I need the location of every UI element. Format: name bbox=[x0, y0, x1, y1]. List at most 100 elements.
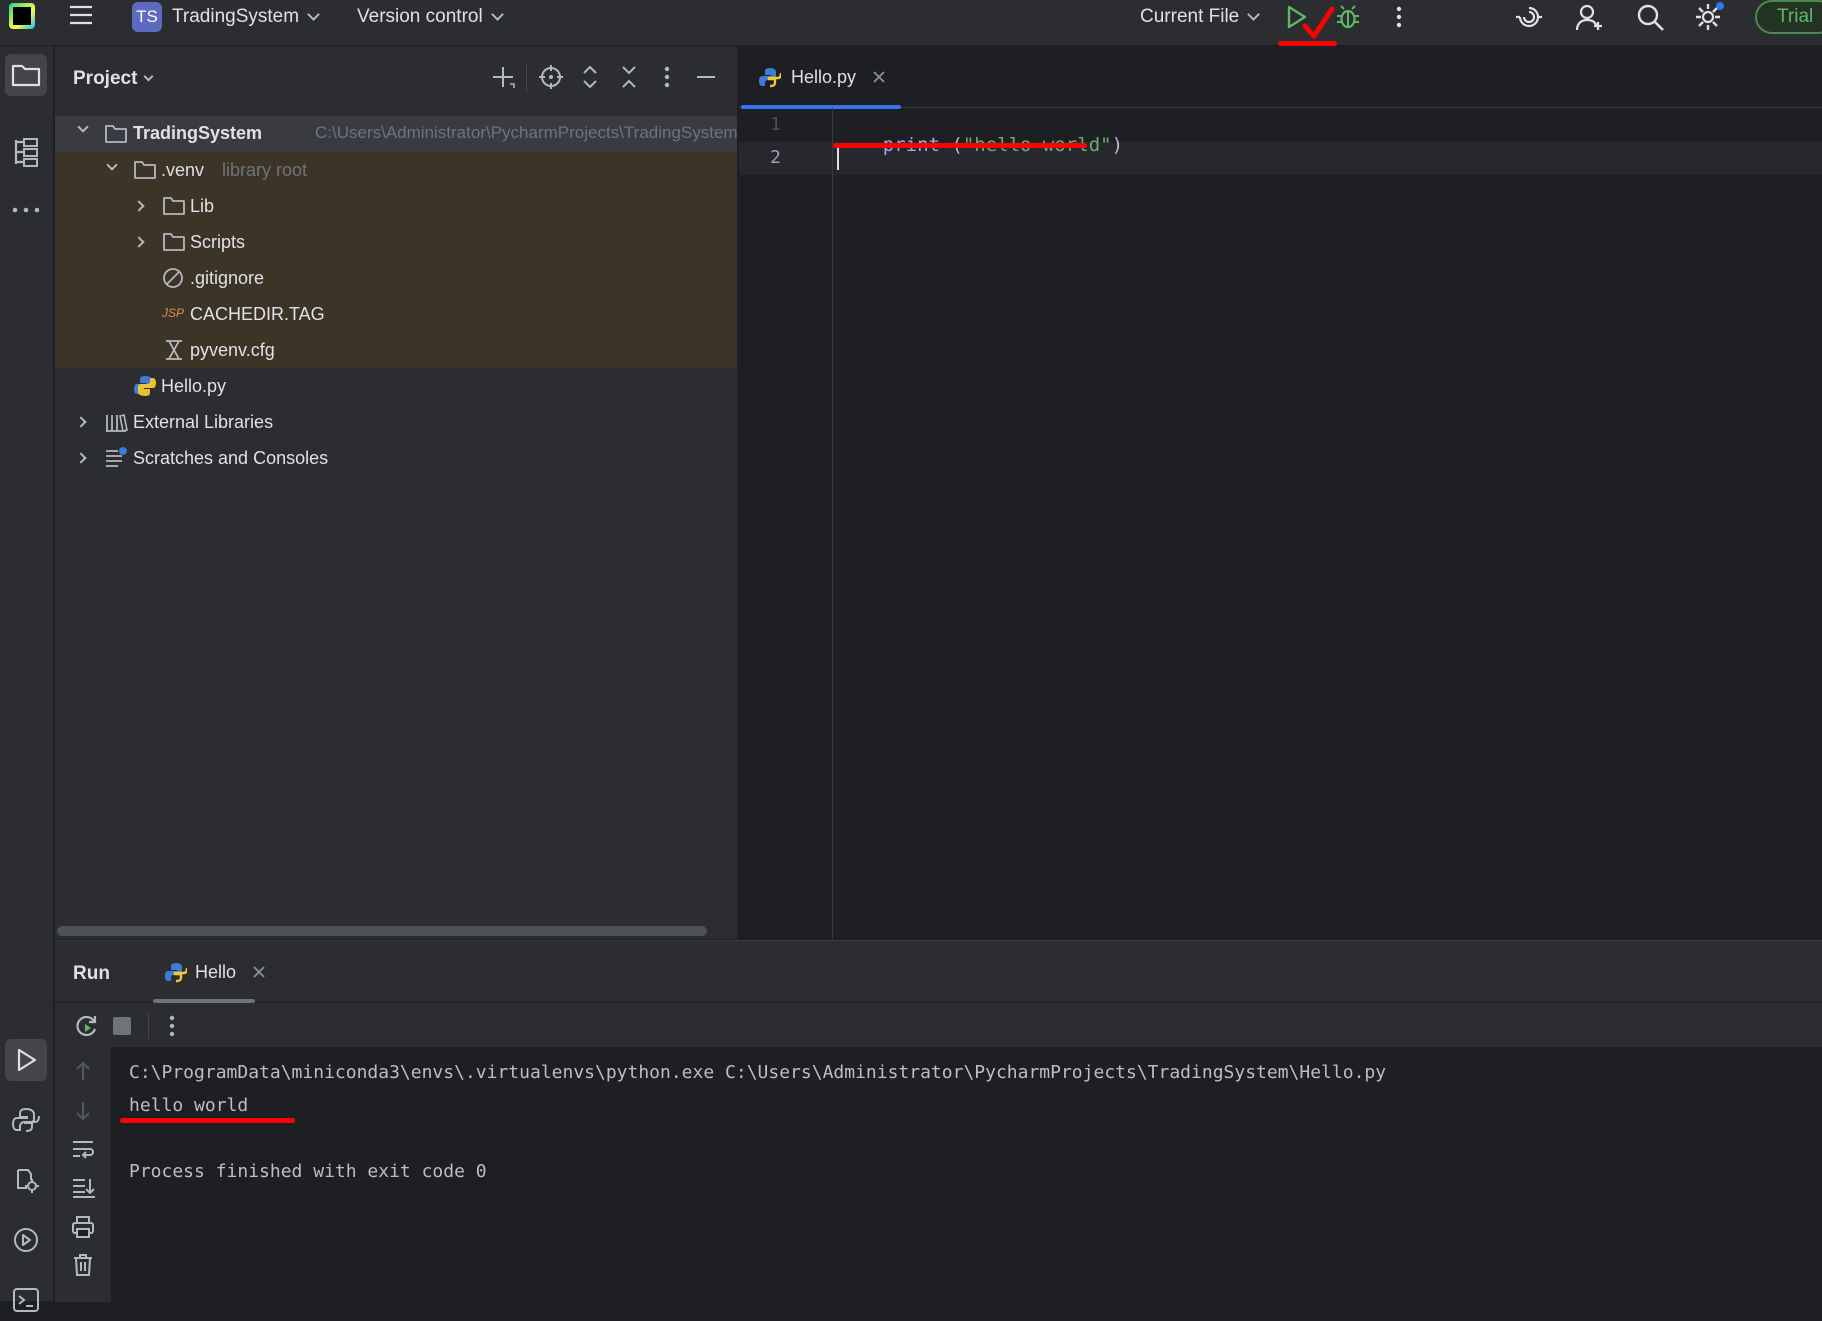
horizontal-scrollbar[interactable] bbox=[57, 926, 707, 936]
header-divider bbox=[526, 64, 527, 92]
tree-item-scripts[interactable]: Scripts bbox=[55, 224, 737, 260]
chevron-down-icon bbox=[490, 7, 504, 21]
config-file-icon bbox=[166, 340, 182, 360]
ignore-file-icon bbox=[163, 268, 183, 288]
root-name: TradingSystem bbox=[133, 123, 263, 143]
terminal-tool-button[interactable] bbox=[5, 1279, 47, 1321]
run-tab-hello[interactable]: Hello bbox=[151, 941, 285, 1003]
python-file-icon bbox=[134, 376, 156, 396]
left-tool-strip bbox=[0, 46, 54, 1312]
project-panel-header: Project bbox=[55, 46, 737, 110]
structure-tool-button[interactable] bbox=[5, 131, 47, 173]
tab-hello-py[interactable]: Hello.py bbox=[739, 46, 901, 109]
ellipsis-icon bbox=[12, 207, 40, 213]
ai-assistant-icon[interactable] bbox=[1514, 2, 1544, 32]
project-view-selector[interactable]: Project bbox=[73, 68, 154, 90]
code-with-me-icon[interactable] bbox=[1575, 2, 1605, 32]
annotation-underline-code bbox=[833, 143, 1087, 148]
rerun-icon[interactable] bbox=[73, 1013, 99, 1039]
hide-panel-icon[interactable] bbox=[691, 62, 721, 92]
search-icon[interactable] bbox=[1635, 2, 1665, 32]
project-panel: Project TradingSystem C:\Users\Administr… bbox=[55, 46, 738, 939]
line-number: 2 bbox=[770, 147, 781, 168]
venv-name: .venv bbox=[161, 160, 205, 180]
annotation-check-mark bbox=[1302, 6, 1335, 39]
chevron-down-icon bbox=[143, 71, 154, 81]
python-file-icon bbox=[759, 68, 781, 88]
services-button[interactable] bbox=[5, 1159, 47, 1201]
print-icon[interactable] bbox=[69, 1213, 97, 1241]
line-number: 1 bbox=[770, 114, 781, 135]
python-packages-button[interactable] bbox=[5, 1099, 47, 1141]
scratches-label: Scratches and Consoles bbox=[133, 448, 329, 468]
python-console-icon bbox=[17, 1169, 39, 1193]
tree-item-cachedir[interactable]: JSP CACHEDIR.TAG bbox=[55, 296, 737, 332]
tree-item-venv[interactable]: .venv library root bbox=[55, 152, 737, 188]
tree-item-lib[interactable]: Lib bbox=[55, 188, 737, 224]
project-tool-button[interactable] bbox=[5, 54, 47, 96]
structure-icon bbox=[14, 138, 38, 167]
lib-label: Lib bbox=[190, 196, 215, 216]
editor-tab-bar: Hello.py bbox=[739, 46, 1822, 109]
main-menu-icon[interactable] bbox=[68, 3, 94, 27]
run-toolbar bbox=[55, 1003, 1822, 1047]
tab-label: Hello.py bbox=[791, 66, 857, 87]
python-icon bbox=[12, 1107, 40, 1132]
settings-gear-icon[interactable] bbox=[1693, 1, 1725, 33]
tree-item-root[interactable]: TradingSystem C:\Users\Administrator\Pyc… bbox=[55, 116, 737, 152]
chevron-right-icon bbox=[75, 452, 87, 464]
hello-file-label: Hello.py bbox=[161, 376, 227, 396]
jsp-file-icon: JSP bbox=[162, 306, 185, 320]
gitignore-label: .gitignore bbox=[190, 268, 265, 288]
chevron-down-icon bbox=[77, 121, 89, 133]
close-icon[interactable] bbox=[872, 70, 886, 84]
tree-item-hello[interactable]: Hello.py bbox=[55, 368, 737, 404]
trial-button[interactable]: Trial bbox=[1755, 0, 1822, 34]
gutter-divider bbox=[832, 108, 833, 939]
collapse-all-icon[interactable] bbox=[614, 62, 644, 92]
tree-item-pyvenv[interactable]: pyvenv.cfg bbox=[55, 332, 737, 368]
pycharm-logo-icon bbox=[9, 3, 35, 29]
chevron-down-icon bbox=[106, 159, 118, 171]
stop-icon[interactable] bbox=[113, 1017, 131, 1035]
run-panel: Run Hello C:\ProgramData\miniconda3\envs… bbox=[55, 940, 1822, 1302]
scroll-up-icon[interactable] bbox=[69, 1057, 97, 1085]
more-actions-icon[interactable] bbox=[167, 1013, 177, 1039]
title-bar: TS TradingSystem Version control Current… bbox=[0, 0, 1822, 46]
project-badge: TS bbox=[132, 2, 162, 32]
folder-icon bbox=[134, 161, 156, 179]
locate-file-icon[interactable] bbox=[536, 62, 566, 92]
services-icon bbox=[14, 1228, 38, 1252]
run-panel-header: Run Hello bbox=[55, 941, 1822, 1003]
debug-button[interactable] bbox=[1334, 3, 1362, 31]
play-icon bbox=[17, 1048, 37, 1072]
soft-wrap-icon[interactable] bbox=[69, 1135, 97, 1163]
version-control-menu[interactable]: Version control bbox=[357, 0, 504, 34]
scripts-label: Scripts bbox=[190, 232, 246, 252]
scroll-down-icon[interactable] bbox=[69, 1097, 97, 1125]
tree-item-scratches[interactable]: Scratches and Consoles bbox=[55, 440, 737, 476]
editor-area: Hello.py 1 2 print ("hello world") bbox=[739, 46, 1822, 939]
new-file-icon[interactable] bbox=[488, 62, 518, 92]
options-icon[interactable] bbox=[652, 62, 682, 92]
active-tab-indicator bbox=[741, 105, 901, 109]
chevron-right-icon bbox=[75, 416, 87, 428]
trash-icon[interactable] bbox=[69, 1251, 97, 1279]
services-run-button[interactable] bbox=[5, 1219, 47, 1261]
tree-item-gitignore[interactable]: .gitignore bbox=[55, 260, 737, 296]
tree-item-external-libraries[interactable]: External Libraries bbox=[55, 404, 737, 440]
more-tools-button[interactable] bbox=[5, 189, 47, 231]
console-exit-line: Process finished with exit code 0 bbox=[129, 1161, 487, 1182]
chevron-down-icon bbox=[1247, 7, 1261, 21]
run-config-label: Current File bbox=[1140, 6, 1240, 27]
scroll-to-end-icon[interactable] bbox=[69, 1173, 97, 1201]
external-libraries-label: External Libraries bbox=[133, 412, 274, 432]
project-name: TradingSystem bbox=[172, 6, 300, 27]
project-selector[interactable]: TS TradingSystem bbox=[132, 0, 320, 34]
run-tool-button[interactable] bbox=[5, 1039, 47, 1081]
text-caret bbox=[837, 148, 839, 170]
more-actions-icon[interactable] bbox=[1394, 3, 1404, 31]
run-config-selector[interactable]: Current File bbox=[1140, 0, 1261, 34]
close-icon[interactable] bbox=[252, 965, 266, 979]
expand-all-icon[interactable] bbox=[575, 62, 605, 92]
